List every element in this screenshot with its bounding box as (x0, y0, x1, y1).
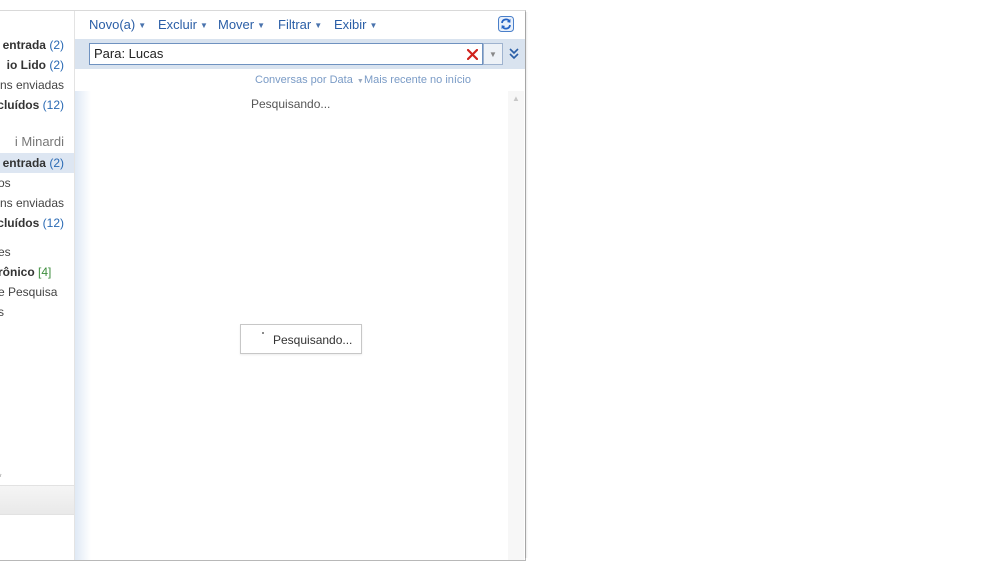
folder-other-1[interactable]: es (0, 245, 11, 259)
chevron-down-icon: ▼ (489, 49, 497, 59)
folder-pane: entrada (2) io Lido (2) ns enviadas cluí… (0, 11, 75, 560)
mail-window: entrada (2) io Lido (2) ns enviadas cluí… (0, 10, 526, 561)
folder-junk[interactable]: rônico [4] (0, 265, 51, 279)
folder-deleted-1[interactable]: cluídos (12) (0, 98, 64, 112)
clear-search-button[interactable] (463, 43, 483, 65)
view-button[interactable]: Exibir ▼ (334, 17, 377, 32)
folder-other-2[interactable]: s (0, 305, 4, 319)
chevron-down-icon: ▼ (369, 21, 378, 31)
folder-sent-1[interactable]: ns enviadas (0, 78, 64, 92)
close-icon (467, 48, 478, 60)
folder-search[interactable]: e Pesquisa (0, 285, 57, 299)
folder-pane-footer (0, 485, 74, 515)
new-button[interactable]: Novo(a) ▼ (89, 17, 146, 32)
scrollbar[interactable] (508, 91, 524, 560)
refresh-icon[interactable] (498, 16, 514, 32)
arrange-by-dropdown[interactable]: Conversas por Data ▼ (255, 74, 364, 86)
spinner-icon (262, 332, 264, 334)
search-bar: ▼ (75, 39, 525, 69)
move-button[interactable]: Mover ▼ (218, 17, 265, 32)
account-label-2[interactable]: i Minardi (15, 134, 64, 149)
chevron-down-icon: ▼ (356, 78, 364, 85)
search-input[interactable] (89, 43, 472, 65)
searching-status: Pesquisando... (251, 97, 331, 111)
expand-search-button[interactable] (507, 45, 521, 63)
sort-bar: Conversas por Data ▼ Mais recente no iníc… (75, 71, 525, 91)
double-chevron-down-icon (509, 48, 519, 60)
chevron-down-icon: ▼ (200, 21, 208, 31)
folder-unread-1[interactable]: io Lido (2) (7, 58, 64, 72)
chevron-down-icon: ▼ (257, 21, 266, 31)
toolbar: Novo(a) ▼ Excluir ▼ Mover ▼ Filtrar ▼ Exibir… (75, 11, 525, 39)
loading-indicator: Pesquisando... (240, 324, 362, 354)
chevron-down-icon: ▼ (138, 21, 147, 31)
folder-drafts-2[interactable]: os (0, 176, 11, 190)
message-list-area: Novo(a) ▼ Excluir ▼ Mover ▼ Filtrar ▼ Exibir… (75, 11, 525, 560)
scroll-up-arrow-icon[interactable]: ▲ (512, 94, 520, 103)
sort-order-toggle[interactable]: Mais recente no início (364, 74, 471, 86)
search-options-button[interactable]: ▼ (483, 43, 503, 65)
folder-inbox-1[interactable]: entrada (2) (3, 38, 64, 52)
window-shadow (525, 12, 528, 558)
delete-button[interactable]: Excluir ▼ (158, 17, 208, 32)
filter-button[interactable]: Filtrar ▼ (278, 17, 322, 32)
chevron-down-icon: ▼ (314, 21, 323, 31)
folder-sent-2[interactable]: ns enviadas (0, 196, 64, 210)
pane-resize-mark: * (0, 472, 2, 482)
folder-deleted-2[interactable]: cluídos (12) (0, 216, 64, 230)
folder-inbox-2[interactable]: entrada (2) (3, 156, 64, 170)
list-gutter (75, 91, 91, 560)
